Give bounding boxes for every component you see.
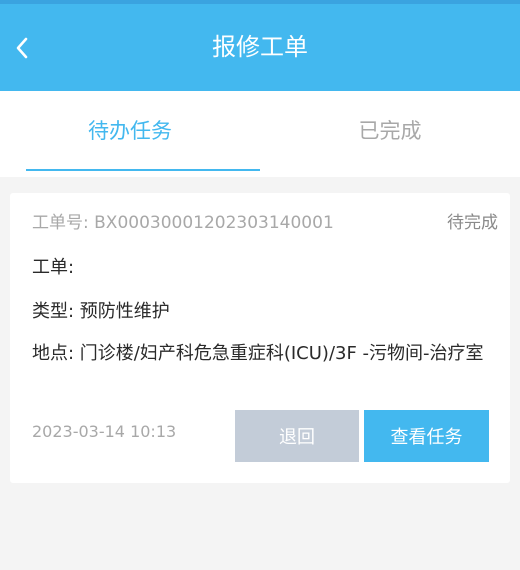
active-tab-indicator [26,169,260,171]
tab-completed[interactable]: 已完成 [260,91,520,177]
order-type: 类型: 预防性维护 [32,301,170,322]
status-badge: 待完成 [447,213,498,233]
return-button[interactable]: 退回 [235,410,359,462]
order-datetime: 2023-03-14 10:13 [32,422,177,441]
order-location: 地点: 门诊楼/妇产科危急重症科(ICU)/3F -污物间-治疗室 [32,343,484,364]
work-order-card[interactable]: 工单号: BX0003000120230314000​1 待完成 工单: 类型:… [10,193,510,483]
tab-bar: 待办任务 已完成 [0,91,520,177]
order-name: 工单: [32,257,75,278]
app-header: 报修工单 [0,0,520,91]
tab-todo[interactable]: 待办任务 [0,91,260,177]
order-number: 工单号: BX0003000120230314000​1 [32,213,334,233]
page-title: 报修工单 [212,33,308,61]
view-task-button[interactable]: 查看任务 [364,410,489,462]
